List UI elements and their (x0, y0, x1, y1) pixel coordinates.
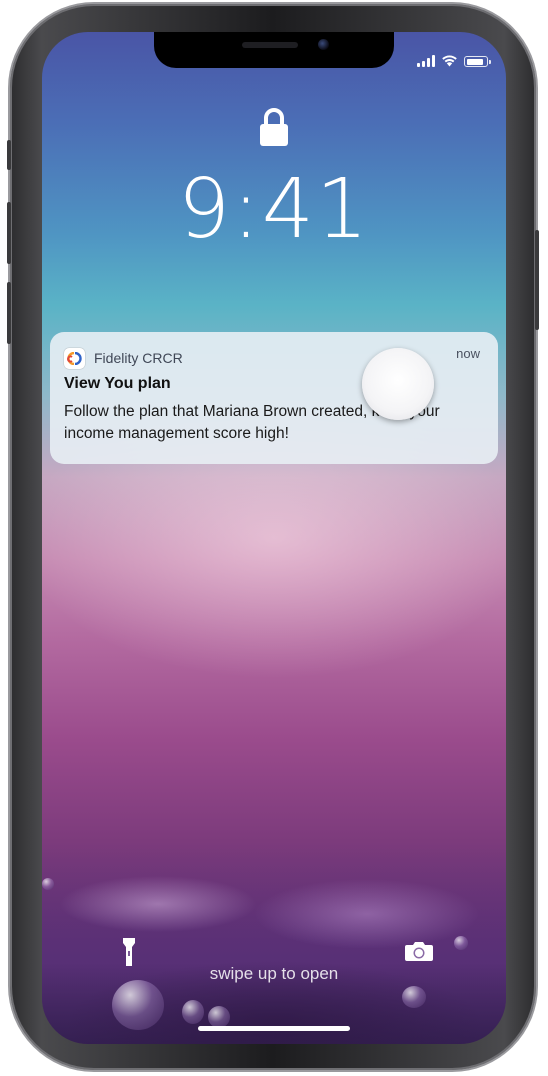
wallpaper-drop (182, 1000, 204, 1024)
silent-switch (7, 140, 11, 170)
battery-icon (464, 56, 491, 67)
swipe-up-hint: swipe up to open (209, 964, 339, 983)
flashlight-icon (123, 938, 135, 966)
camera-button[interactable] (402, 936, 436, 966)
camera-icon (405, 942, 433, 961)
wallpaper-drop (112, 980, 164, 1030)
wallpaper-drop (208, 1006, 230, 1028)
home-indicator[interactable] (198, 1026, 350, 1031)
lock-screen: 9:41 Fidelity CRCR now View You plan Fol… (42, 32, 506, 1044)
status-bar (417, 54, 491, 67)
wallpaper-water (42, 844, 506, 1044)
battery-level-fill (466, 58, 483, 65)
volume-up-button (7, 202, 11, 264)
wifi-icon (442, 55, 457, 67)
volume-down-button (7, 282, 11, 344)
front-camera (318, 39, 329, 50)
wallpaper-drop (402, 986, 426, 1008)
lock-screen-clock: 9:41 (177, 162, 371, 257)
touch-indicator (362, 348, 434, 420)
fidelity-app-icon (64, 347, 85, 369)
notification-time: now (456, 345, 480, 361)
speaker-grille (242, 42, 298, 48)
wallpaper-drop (454, 936, 468, 950)
side-button (535, 230, 539, 330)
wallpaper-drop (42, 878, 54, 890)
notch (154, 32, 394, 68)
padlock-icon (260, 108, 288, 146)
cellular-signal-icon (417, 55, 435, 67)
